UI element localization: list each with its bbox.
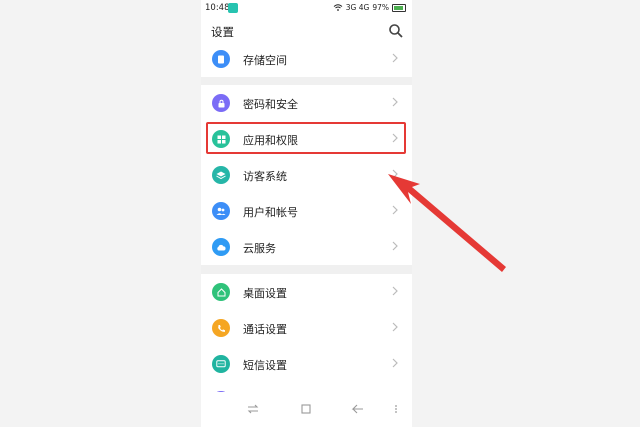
battery-percent: 97% [372,3,389,12]
settings-item-label: 桌面设置 [243,287,287,300]
settings-group-desktop: 桌面设置 通话设置 短信设置 [201,274,412,392]
settings-item-label: 用户和帐号 [243,206,298,219]
chevron-right-icon [392,358,398,368]
switch-icon[interactable] [246,402,260,416]
annotation-arrow [388,174,506,272]
chevron-right-icon [392,53,398,63]
settings-item-label: 访客系统 [243,170,287,183]
more-icon[interactable] [393,402,399,416]
chevron-right-icon [392,322,398,332]
layers-icon [212,166,230,184]
wifi-icon [333,4,343,11]
status-time: 10:48 [205,3,230,13]
users-icon [212,202,230,220]
search-icon[interactable] [388,23,404,39]
chevron-right-icon [392,286,398,296]
status-indicators: 3G 4G 97% [333,3,406,12]
message-icon [212,355,230,373]
settings-item-password-security[interactable]: 密码和安全 [201,85,412,121]
navigation-bar [201,392,412,427]
phone-icon [212,319,230,337]
back-arrow-icon[interactable] [351,402,365,416]
settings-item-sms[interactable]: 短信设置 [201,346,412,382]
settings-item-label: 云服务 [243,242,276,255]
settings-item-call[interactable]: 通话设置 [201,310,412,346]
network-indicator: 3G 4G [345,3,370,12]
settings-item-label: 存储空间 [243,54,287,67]
settings-group-storage: 存储空间 [201,41,412,77]
home-icon [212,283,230,301]
storage-icon [212,50,230,68]
page-title: 设置 [211,25,234,39]
battery-icon [392,3,406,12]
cloud-icon [212,238,230,256]
settings-item-label: 通话设置 [243,323,287,336]
settings-item-label: 短信设置 [243,359,287,372]
chevron-right-icon [392,97,398,107]
home-square-icon[interactable] [299,402,313,416]
settings-item-partial [201,382,412,392]
settings-item-storage[interactable]: 存储空间 [201,41,412,77]
lock-icon [212,94,230,112]
notification-app-icon [228,3,238,13]
settings-item-label: 密码和安全 [243,98,298,111]
status-bar: 10:48 3G 4G 97% [201,0,412,16]
highlight-box [206,122,406,154]
